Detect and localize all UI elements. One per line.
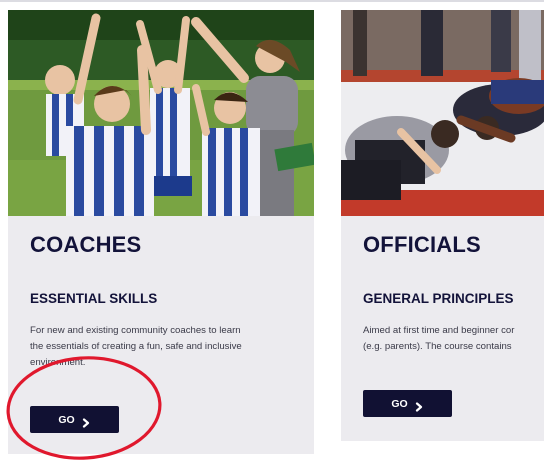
description-line: environment. [30,357,86,368]
chevron-right-icon [414,399,424,412]
card-title: OFFICIALS [363,232,481,257]
officials-photo [341,10,544,216]
description-line: (e.g. parents). The course contains [363,341,512,352]
coaches-card: COACHES ESSENTIAL SKILLS For new and exi… [8,10,314,454]
go-button-label: GO [391,397,408,410]
officials-card: OFFICIALS GENERAL PRINCIPLES Aimed at fi… [341,10,544,441]
card-subtitle: GENERAL PRINCIPLES [363,291,514,306]
top-divider [0,0,544,2]
description-line: the essentials of creating a fun, safe a… [30,341,242,352]
chevron-right-icon [81,415,91,428]
card-title: COACHES [30,232,142,257]
description-line: Aimed at first time and beginner cor [363,325,515,336]
card-description: For new and existing community coaches t… [30,323,242,371]
coaches-photo [8,10,314,216]
coaches-go-button[interactable]: GO [30,406,119,433]
card-subtitle: ESSENTIAL SKILLS [30,291,158,306]
go-button-label: GO [58,413,75,426]
card-description: Aimed at first time and beginner cor (e.… [363,323,514,355]
description-line: For new and existing community coaches t… [30,325,241,336]
officials-go-button[interactable]: GO [363,390,452,417]
